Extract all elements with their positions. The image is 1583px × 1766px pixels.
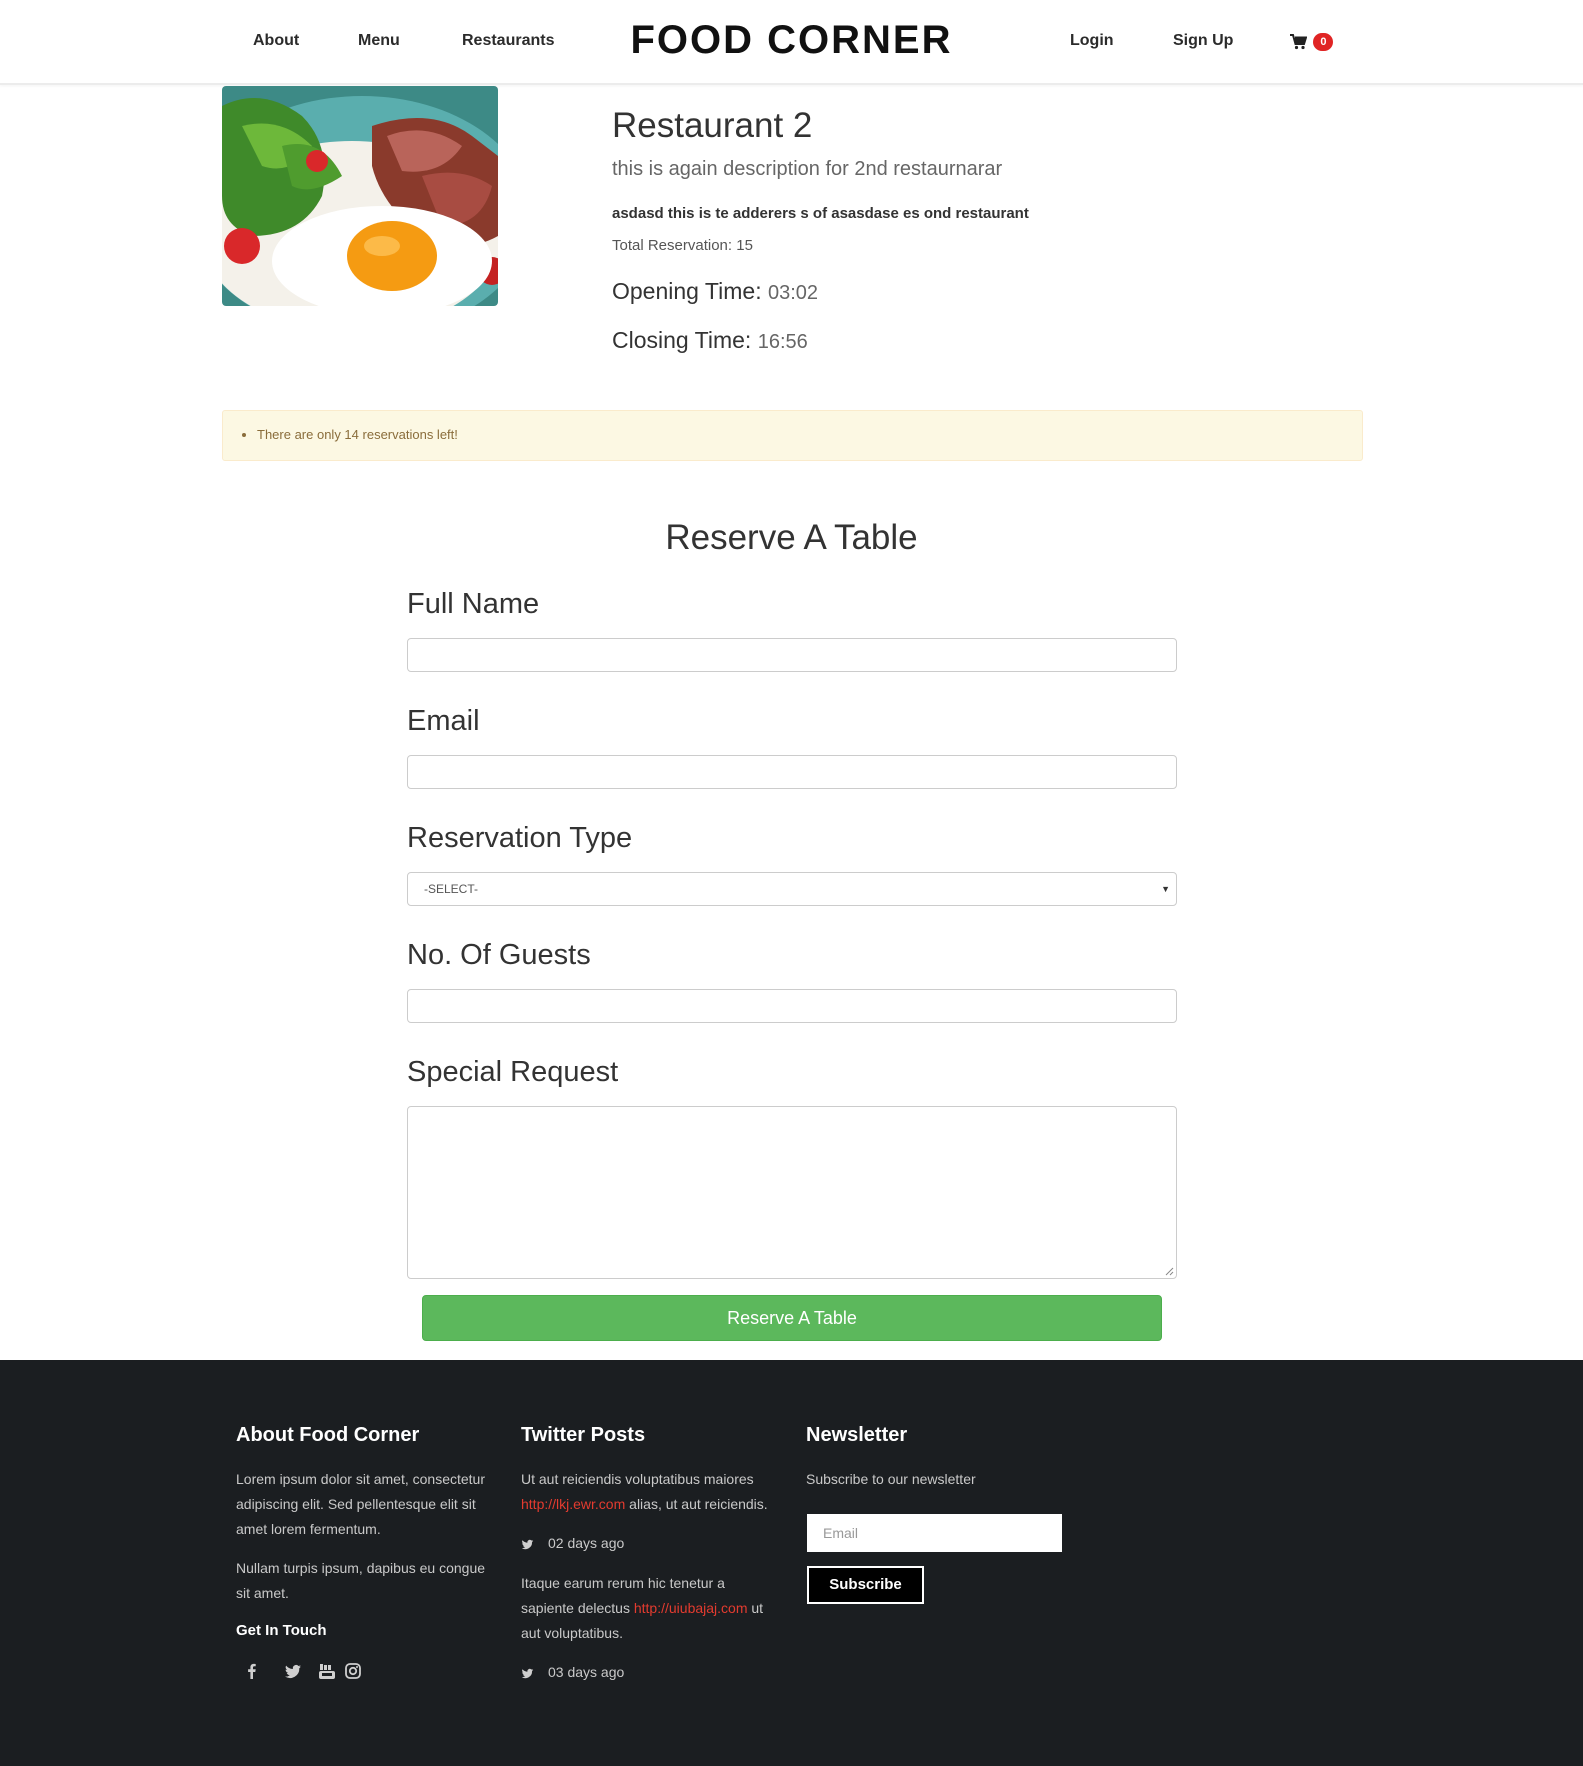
restaurant-image	[222, 86, 498, 306]
footer-about-heading: About Food Corner	[236, 1424, 420, 1446]
restaurant-description: this is again description for 2nd restau…	[612, 158, 1003, 180]
reservation-type-value: -SELECT-	[424, 882, 479, 896]
closing-time: Closing Time: 16:56	[612, 327, 808, 354]
reservation-alert: There are only 14 reservations left!	[222, 410, 1363, 461]
twitter-icon	[521, 1668, 534, 1678]
reserve-table-button[interactable]: Reserve A Table	[422, 1295, 1162, 1341]
instagram-icon[interactable]	[344, 1662, 362, 1680]
tweet-1-link[interactable]: http://lkj.ewr.com	[521, 1496, 625, 1512]
special-request-label: Special Request	[407, 1056, 619, 1088]
opening-time-value: 03:02	[767, 282, 819, 304]
tweet-1-text-end: alias, ut aut reiciendis.	[629, 1496, 768, 1512]
opening-time: Opening Time: 03:02	[612, 278, 818, 305]
twitter-icon[interactable]	[284, 1662, 302, 1680]
cart-count-badge: 0	[1313, 33, 1334, 51]
footer-about-text-1: Lorem ipsum dolor sit amet, consectetur …	[236, 1471, 485, 1537]
subscribe-button[interactable]: Subscribe	[807, 1566, 924, 1604]
guests-label: No. Of Guests	[407, 939, 591, 971]
restaurant-name: Restaurant 2	[612, 106, 813, 145]
form-title: Reserve A Table	[665, 518, 918, 557]
cart-icon	[1290, 33, 1311, 50]
twitter-icon	[521, 1539, 534, 1549]
tweet-2: Itaque earum rerum hic tenetur a sapient…	[521, 1571, 771, 1646]
tweet-1: Ut aut reiciendis voluptatibus maiores h…	[521, 1467, 771, 1517]
footer-newsletter-heading: Newsletter	[806, 1424, 908, 1446]
youtube-icon[interactable]	[318, 1662, 336, 1680]
get-in-touch-heading: Get In Touch	[236, 1622, 327, 1639]
email-label: Email	[407, 705, 480, 737]
nav-signup[interactable]: Sign Up	[1173, 32, 1233, 50]
closing-time-value: 16:56	[757, 331, 808, 353]
full-name-input[interactable]	[407, 638, 1177, 672]
footer-twitter-heading: Twitter Posts	[521, 1424, 646, 1446]
alert-message: There are only 14 reservations left!	[257, 427, 458, 442]
opening-time-label: Opening Time:	[612, 278, 762, 304]
tweet-1-text: Ut aut reiciendis voluptatibus maiores	[521, 1471, 754, 1487]
facebook-icon[interactable]	[243, 1662, 261, 1680]
tweet-2-time: 03 days ago	[548, 1664, 625, 1680]
nav-login[interactable]: Login	[1070, 32, 1114, 50]
cart-button[interactable]: 0	[1290, 33, 1334, 51]
tweet-2-meta: 03 days ago	[521, 1664, 624, 1680]
resize-grip-icon[interactable]	[1165, 1267, 1174, 1276]
email-input[interactable]	[407, 755, 1177, 789]
full-name-label: Full Name	[407, 588, 540, 620]
site-logo[interactable]: FOOD CORNER	[0, 18, 1583, 63]
tweet-1-meta: 02 days ago	[521, 1535, 624, 1551]
footer-about-text-2: Nullam turpis ipsum, dapibus eu congue s…	[236, 1560, 486, 1601]
dropdown-arrow-icon: ▼	[1161, 884, 1170, 894]
tweet-1-time: 02 days ago	[548, 1535, 625, 1551]
total-reservation: Total Reservation: 15	[612, 237, 753, 254]
closing-time-label: Closing Time:	[612, 327, 752, 353]
reservation-type-label: Reservation Type	[407, 822, 633, 854]
newsletter-text: Subscribe to our newsletter	[806, 1471, 976, 1487]
special-request-textarea[interactable]	[407, 1106, 1177, 1279]
site-header: About Menu Restaurants FOOD CORNER Login…	[0, 0, 1583, 85]
guests-input[interactable]	[407, 989, 1177, 1023]
reservation-type-select[interactable]: -SELECT- ▼	[407, 872, 1177, 906]
tweet-2-link[interactable]: http://uiubajaj.com	[634, 1600, 748, 1616]
restaurant-address: asdasd this is te adderers s of asasdase…	[612, 205, 1029, 222]
newsletter-email-input[interactable]: Email	[807, 1514, 1062, 1552]
